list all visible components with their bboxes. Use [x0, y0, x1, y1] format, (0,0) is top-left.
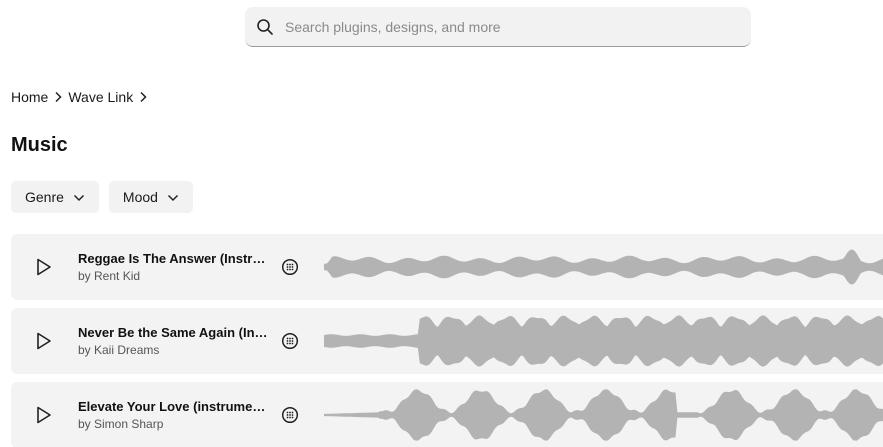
track-info: Reggae Is The Answer (Instrumental) by R… — [78, 251, 268, 283]
track-row[interactable]: Never Be the Same Again (Instrumental) b… — [11, 308, 883, 374]
track-row[interactable]: Reggae Is The Answer (Instrumental) by R… — [11, 234, 883, 300]
globe-grid-icon[interactable] — [281, 258, 299, 276]
globe-grid-icon[interactable] — [281, 332, 299, 350]
filter-bar: Genre Mood — [11, 181, 193, 213]
waveform-shape — [324, 315, 883, 367]
play-icon[interactable] — [34, 257, 54, 277]
breadcrumb-wave-link-link[interactable]: Wave Link — [68, 89, 133, 105]
track-title[interactable]: Never Be the Same Again (Instrumental) — [78, 325, 268, 340]
track-row[interactable]: Elevate Your Love (instrumental) by Simo… — [11, 382, 883, 447]
search-icon — [245, 7, 285, 47]
play-icon[interactable] — [34, 405, 54, 425]
breadcrumb-home-link[interactable]: Home — [11, 89, 48, 105]
waveform-shape — [324, 249, 883, 285]
track-artist[interactable]: by Rent Kid — [78, 269, 268, 283]
chevron-right-icon — [48, 88, 68, 106]
track-list: Reggae Is The Answer (Instrumental) by R… — [11, 234, 883, 447]
track-info: Never Be the Same Again (Instrumental) b… — [78, 325, 268, 357]
track-artist[interactable]: by Simon Sharp — [78, 417, 268, 431]
waveform[interactable] — [324, 239, 883, 295]
globe-grid-icon[interactable] — [281, 406, 299, 424]
chevron-down-icon — [73, 189, 85, 205]
search-bar[interactable] — [245, 7, 751, 47]
track-title[interactable]: Reggae Is The Answer (Instrumental) — [78, 251, 268, 266]
page-title: Music — [11, 134, 68, 156]
waveform[interactable] — [324, 313, 883, 369]
genre-filter-button[interactable]: Genre — [11, 181, 99, 213]
chevron-down-icon — [167, 189, 179, 205]
track-info: Elevate Your Love (instrumental) by Simo… — [78, 399, 268, 431]
play-icon[interactable] — [34, 331, 54, 351]
waveform-shape — [324, 389, 883, 441]
track-title[interactable]: Elevate Your Love (instrumental) — [78, 399, 268, 414]
breadcrumb: Home Wave Link — [11, 88, 153, 106]
track-artist[interactable]: by Kaii Dreams — [78, 343, 268, 357]
mood-filter-button[interactable]: Mood — [108, 181, 193, 213]
waveform[interactable] — [324, 387, 883, 443]
page: Home Wave Link Music Genre Mood — [0, 0, 883, 447]
search-input[interactable] — [285, 7, 725, 46]
mood-filter-label: Mood — [122, 189, 158, 205]
chevron-right-icon — [133, 88, 153, 106]
genre-filter-label: Genre — [25, 189, 64, 205]
